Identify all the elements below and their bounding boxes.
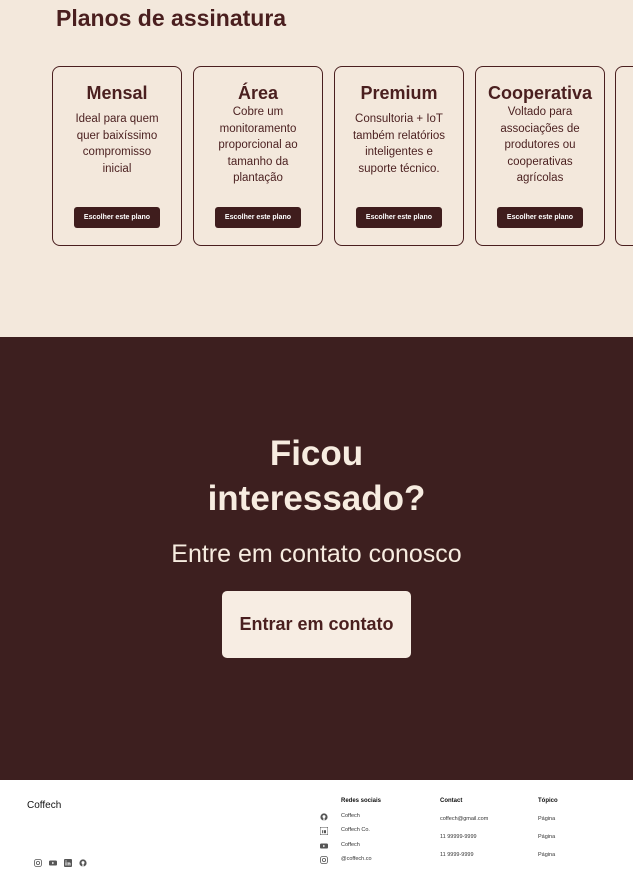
redes-item-label: Coffech Co. xyxy=(341,827,370,833)
redes-item-label: Coffech xyxy=(341,842,360,848)
instagram-icon[interactable] xyxy=(34,854,42,867)
redes-item-linkedin[interactable]: Coffech Co. xyxy=(319,826,370,836)
plan-title: Cooperativa xyxy=(487,83,593,103)
linkedin-icon xyxy=(319,826,329,836)
footer-redes-column: Redes sociais Coffech Coffech Co. Coffec… xyxy=(319,798,382,864)
github-icon xyxy=(320,813,328,821)
footer: Coffech Redes sociais Coffech Coffech Co… xyxy=(0,780,633,869)
cta-heading-line1: Ficou xyxy=(269,434,364,473)
plan-card-area: Área Cobre um monitoramento proporcional… xyxy=(193,66,323,246)
choose-plan-button[interactable]: Escolher este plano xyxy=(497,207,583,228)
plan-description: Ideal para quem quer baixíssimo compromi… xyxy=(75,113,159,175)
choose-plan-button[interactable]: Escolher este plano xyxy=(215,207,301,228)
cta-heading: Ficou interessado? xyxy=(0,431,633,521)
plan-card-cooperativa: Cooperativa Voltado para associações de … xyxy=(475,66,605,246)
cta-heading-line2: interessado? xyxy=(207,479,426,518)
contact-cta-section: Ficou interessado? Entre em contato cono… xyxy=(0,337,633,780)
redes-item-label: Coffech xyxy=(341,813,360,819)
footer-topico-column: Tópico Página Página Página xyxy=(538,798,558,858)
redes-item-label: @coffech.co xyxy=(341,856,372,862)
instagram-icon xyxy=(320,856,328,864)
redes-item-instagram[interactable]: @coffech.co xyxy=(320,856,372,864)
topico-link[interactable]: Página xyxy=(538,852,555,858)
plan-title: Área xyxy=(237,83,279,103)
footer-social-icons xyxy=(34,854,87,867)
topico-link[interactable]: Página xyxy=(538,816,555,822)
redes-item-github[interactable]: Coffech xyxy=(320,813,360,821)
redes-item-youtube[interactable]: Coffech xyxy=(320,842,360,849)
plans-title: Planos de assinatura xyxy=(56,5,287,31)
contact-heading: Contact xyxy=(440,798,463,804)
cta-subheading: Entre em contato conosco xyxy=(171,540,462,568)
choose-plan-button[interactable]: Escolher este plano xyxy=(74,207,160,228)
topico-link[interactable]: Página xyxy=(538,834,555,840)
footer-brand: Coffech xyxy=(27,800,62,811)
plan-description: Cobre um monitoramento proporcional ao t… xyxy=(218,106,298,184)
contact-button[interactable]: Entrar em contato xyxy=(222,591,411,658)
plan-description: Voltado para associações de produtores o… xyxy=(500,106,580,184)
contact-phone[interactable]: 11 9999-9999 xyxy=(440,852,474,858)
contact-email[interactable]: coffech@gmail.com xyxy=(440,816,488,822)
plan-description: Consultoria + IoT também relatórios inte… xyxy=(352,113,446,175)
plan-card-mensal: Mensal Ideal para quem quer baixíssimo c… xyxy=(52,66,182,246)
github-icon[interactable] xyxy=(79,854,87,867)
footer-contact-column: Contact coffech@gmail.com 11 99999-9999 … xyxy=(440,798,488,858)
youtube-icon[interactable] xyxy=(49,854,57,866)
contact-phone[interactable]: 11 99999-9999 xyxy=(440,834,477,840)
plan-title: Premium xyxy=(360,83,438,103)
topico-heading: Tópico xyxy=(538,798,558,804)
redes-heading: Redes sociais xyxy=(341,798,382,804)
plan-card-partial xyxy=(615,66,633,246)
plans-section: Planos de assinatura Mensal Ideal para q… xyxy=(0,0,633,337)
linkedin-icon[interactable] xyxy=(64,854,72,867)
choose-plan-button[interactable]: Escolher este plano xyxy=(356,207,442,228)
youtube-icon xyxy=(320,842,328,850)
plan-title: Mensal xyxy=(86,83,148,103)
plan-card-premium: Premium Consultoria + IoT também relatór… xyxy=(334,66,464,246)
